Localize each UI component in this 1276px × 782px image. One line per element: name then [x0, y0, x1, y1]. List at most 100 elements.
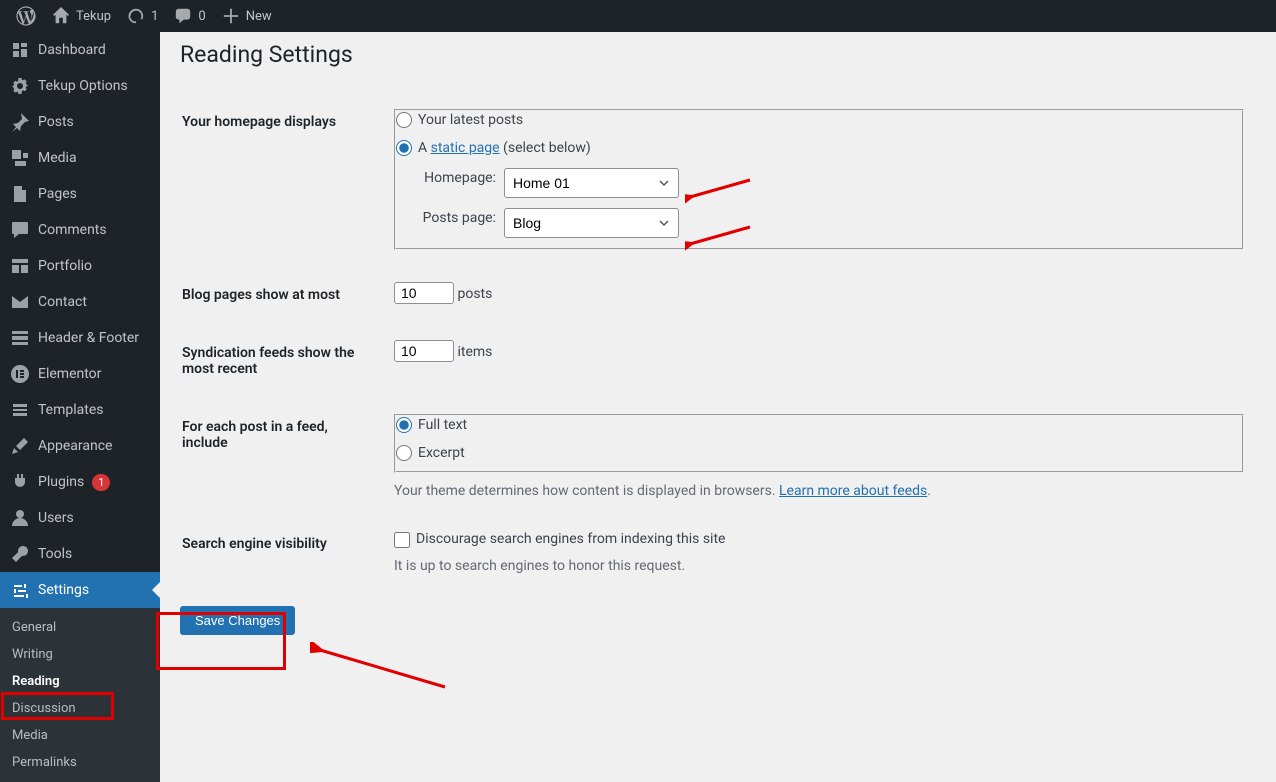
menu-label: Pages [38, 186, 77, 202]
static-page-radio[interactable] [396, 140, 412, 156]
save-changes-button[interactable]: Save Changes [180, 606, 295, 635]
feed-fulltext-option[interactable]: Full text [396, 416, 1242, 436]
wordpress-icon [16, 6, 36, 26]
feed-fulltext-text: Full text [418, 417, 467, 433]
posts-page-select[interactable]: Blog [504, 208, 679, 238]
feed-fulltext-radio[interactable] [396, 417, 412, 433]
pin-icon [10, 112, 30, 132]
menu-pages[interactable]: Pages [0, 176, 160, 212]
search-discourage-checkbox[interactable] [394, 532, 410, 548]
search-discourage-text: Discourage search engines from indexing … [416, 531, 725, 547]
plus-icon [222, 7, 240, 25]
menu-settings[interactable]: Settings [0, 572, 160, 608]
static-page-link[interactable]: static page [431, 140, 500, 156]
comment-icon [174, 7, 192, 25]
search-discourage-option[interactable]: Discourage search engines from indexing … [394, 531, 725, 547]
feed-include-fieldset: Full text Excerpt [394, 414, 1244, 473]
homepage-select[interactable]: Home 01 [504, 168, 679, 198]
submenu-discussion[interactable]: Discussion [0, 695, 160, 722]
feed-excerpt-radio[interactable] [396, 445, 412, 461]
submenu-writing[interactable]: Writing [0, 641, 160, 668]
media-icon [10, 148, 30, 168]
page-title: Reading Settings [180, 32, 1256, 72]
latest-posts-text: Your latest posts [418, 112, 523, 128]
blog-pages-label: Blog pages show at most [182, 267, 382, 323]
dashboard-icon [10, 40, 30, 60]
elementor-icon [10, 364, 30, 384]
menu-label: Media [38, 150, 77, 166]
page-icon [10, 184, 30, 204]
settings-icon [10, 580, 30, 600]
plugins-badge: 1 [92, 474, 110, 491]
submenu-media[interactable]: Media [0, 722, 160, 749]
latest-posts-radio[interactable] [396, 112, 412, 128]
syndication-unit: items [457, 344, 492, 360]
blog-pages-input[interactable] [394, 282, 454, 304]
menu-label: Dashboard [38, 42, 106, 58]
syndication-label: Syndication feeds show the most recent [182, 325, 382, 397]
menu-header-footer[interactable]: Header & Footer [0, 320, 160, 356]
blog-pages-unit: posts [457, 286, 492, 302]
menu-users[interactable]: Users [0, 500, 160, 536]
menu-posts[interactable]: Posts [0, 104, 160, 140]
static-page-option[interactable]: A static page (select below) [396, 139, 1242, 159]
feed-include-label: For each post in a feed, include [182, 399, 382, 514]
gear-icon [10, 76, 30, 96]
menu-contact[interactable]: Contact [0, 284, 160, 320]
feed-excerpt-option[interactable]: Excerpt [396, 444, 1242, 464]
site-name: Tekup [76, 9, 111, 24]
menu-appearance[interactable]: Appearance [0, 428, 160, 464]
menu-templates[interactable]: Templates [0, 392, 160, 428]
site-link[interactable]: Tekup [44, 0, 119, 32]
submenu-general[interactable]: General [0, 614, 160, 641]
feed-description: Your theme determines how content is dis… [394, 483, 1244, 499]
static-page-prefix: A [418, 140, 431, 156]
menu-label: Settings [38, 582, 89, 598]
menu-tools[interactable]: Tools [0, 536, 160, 572]
comments-link[interactable]: 0 [166, 0, 213, 32]
wp-logo[interactable] [8, 0, 44, 32]
settings-form: Your homepage displays Your latest posts… [180, 92, 1256, 591]
menu-label: Comments [38, 222, 107, 238]
settings-submenu: General Writing Reading Discussion Media… [0, 608, 160, 782]
admin-toolbar: Tekup 1 0 New [0, 0, 1276, 32]
menu-plugins[interactable]: Plugins 1 [0, 464, 160, 500]
wrench-icon [10, 544, 30, 564]
menu-label: Users [38, 510, 74, 526]
menu-label: Posts [38, 114, 74, 130]
menu-label: Portfolio [38, 258, 92, 274]
mail-icon [10, 292, 30, 312]
menu-comments[interactable]: Comments [0, 212, 160, 248]
plugin-icon [10, 472, 30, 492]
updates-count: 1 [151, 9, 158, 24]
update-icon [127, 7, 145, 25]
layout-icon [10, 328, 30, 348]
posts-page-select-label: Posts page: [416, 209, 496, 229]
menu-elementor[interactable]: Elementor [0, 356, 160, 392]
feed-excerpt-text: Excerpt [418, 445, 465, 461]
homepage-select-label: Homepage: [416, 169, 496, 189]
brush-icon [10, 436, 30, 456]
menu-label: Tekup Options [38, 78, 128, 94]
content-area: Reading Settings Your homepage displays … [160, 32, 1276, 782]
new-label: New [246, 9, 272, 24]
menu-portfolio[interactable]: Portfolio [0, 248, 160, 284]
user-icon [10, 508, 30, 528]
comment-icon [10, 220, 30, 240]
comments-count: 0 [198, 9, 205, 24]
menu-dashboard[interactable]: Dashboard [0, 32, 160, 68]
menu-media[interactable]: Media [0, 140, 160, 176]
submenu-reading[interactable]: Reading [0, 668, 160, 695]
menu-tekup-options[interactable]: Tekup Options [0, 68, 160, 104]
menu-label: Contact [38, 294, 87, 310]
new-link[interactable]: New [214, 0, 280, 32]
learn-more-feeds-link[interactable]: Learn more about feeds [779, 483, 927, 499]
menu-label: Elementor [38, 366, 101, 382]
templates-icon [10, 400, 30, 420]
menu-label: Tools [38, 546, 72, 562]
syndication-input[interactable] [394, 340, 454, 362]
menu-label: Plugins [38, 474, 84, 490]
latest-posts-option[interactable]: Your latest posts [396, 111, 1242, 131]
portfolio-icon [10, 256, 30, 276]
updates-link[interactable]: 1 [119, 0, 166, 32]
